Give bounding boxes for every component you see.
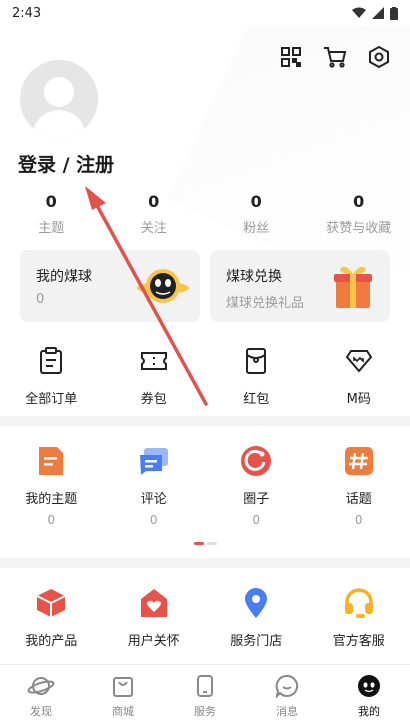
my-products-button[interactable]: 我的产品	[0, 586, 103, 649]
community-label: 评论	[140, 492, 167, 507]
hashtag-icon	[344, 447, 373, 475]
qr-code-icon[interactable]	[278, 44, 304, 70]
service-label: 服务门店	[230, 634, 283, 649]
cards-row: 我的煤球 0 煤球兑换 煤球兑换礼品	[20, 250, 390, 322]
status-bar: 2:43	[0, 0, 410, 26]
gift-icon	[334, 266, 372, 308]
order-label: 全部订单	[25, 392, 78, 407]
shopping-bag-icon	[113, 677, 133, 697]
user-care-button[interactable]: 用户关怀	[103, 586, 206, 649]
order-label: 券包	[140, 392, 167, 407]
tab-messages[interactable]: 消息	[246, 665, 328, 728]
stat-count: 0	[148, 192, 160, 211]
circle-icon	[241, 446, 272, 476]
wifi-icon	[352, 7, 366, 18]
planet-icon	[27, 677, 55, 695]
community-count: 0	[252, 513, 261, 527]
all-orders-button[interactable]: 全部订单	[0, 344, 103, 407]
tab-service[interactable]: 服务	[164, 665, 246, 728]
tab-me[interactable]: 我的	[328, 665, 410, 728]
stat-count: 0	[250, 192, 262, 211]
my-topics-button[interactable]: 我的主题 0	[0, 444, 103, 527]
my-coins-card[interactable]: 我的煤球 0	[20, 250, 200, 322]
cart-icon[interactable]	[322, 44, 348, 70]
stat-count: 0	[353, 192, 365, 211]
coin-exchange-card[interactable]: 煤球兑换 煤球兑换礼品	[210, 250, 390, 322]
login-register-link[interactable]: 登录 / 注册	[18, 150, 114, 177]
community-count: 0	[47, 513, 56, 527]
service-label: 我的产品	[25, 634, 78, 649]
tab-label: 消息	[276, 705, 298, 718]
product-box-icon	[36, 589, 66, 617]
m-code-button[interactable]: M码	[308, 344, 410, 407]
community-count: 0	[354, 513, 363, 527]
top-actions	[278, 44, 392, 70]
coin-mascot-icon	[137, 269, 189, 303]
stat-likes[interactable]: 0 获赞与收藏	[308, 192, 410, 236]
status-icons	[352, 6, 398, 20]
status-time: 2:43	[12, 5, 42, 21]
headset-icon	[344, 588, 373, 618]
page-dot	[207, 542, 217, 545]
profile-page: 登录 / 注册 0 主题 0 关注 0 粉丝 0 获赞与收藏 我的煤球 0 煤球…	[0, 26, 410, 664]
tab-label: 商城	[112, 705, 134, 718]
stats-row: 0 主题 0 关注 0 粉丝 0 获赞与收藏	[0, 192, 410, 236]
stat-followers[interactable]: 0 粉丝	[205, 192, 308, 236]
settings-icon[interactable]	[366, 44, 392, 70]
customer-service-button[interactable]: 官方客服	[308, 586, 410, 649]
tab-mall[interactable]: 商城	[82, 665, 164, 728]
page-indicator	[194, 542, 217, 545]
bottom-tab-bar: 发现 商城 服务 消息 我的	[0, 664, 410, 728]
service-label: 用户关怀	[127, 634, 180, 649]
profile-face-icon	[358, 675, 380, 697]
stat-label: 获赞与收藏	[326, 221, 392, 236]
comments-button[interactable]: 评论 0	[103, 444, 206, 527]
stat-label: 粉丝	[243, 221, 270, 236]
community-label: 我的主题	[25, 492, 78, 507]
care-heart-icon	[140, 589, 167, 617]
order-label: 红包	[243, 392, 270, 407]
order-label: M码	[346, 392, 371, 407]
location-pin-icon	[245, 588, 268, 618]
community-label: 圈子	[243, 492, 270, 507]
default-avatar-icon	[20, 60, 98, 138]
battery-icon	[390, 6, 398, 20]
section-divider	[0, 416, 410, 426]
community-count: 0	[149, 513, 158, 527]
stat-count: 0	[45, 192, 57, 211]
m-code-icon	[345, 350, 373, 373]
tab-discover[interactable]: 发现	[0, 665, 82, 728]
avatar[interactable]	[20, 60, 98, 138]
clipboard-icon	[40, 347, 63, 374]
community-row: 我的主题 0 评论 0 圈子 0 话题 0	[0, 444, 410, 527]
tab-label: 发现	[30, 705, 52, 718]
section-divider	[0, 558, 410, 568]
stat-following[interactable]: 0 关注	[103, 192, 206, 236]
tab-label: 我的	[358, 705, 380, 718]
chat-bubble-icon	[275, 674, 299, 698]
red-envelope-button[interactable]: 红包	[205, 344, 308, 407]
comment-icon	[139, 448, 168, 475]
signal-icon	[372, 7, 384, 19]
service-label: 官方客服	[332, 634, 385, 649]
service-stores-button[interactable]: 服务门店	[205, 586, 308, 649]
ticket-icon	[140, 352, 167, 370]
stat-label: 主题	[38, 221, 65, 236]
phone-icon	[197, 675, 213, 697]
coupons-button[interactable]: 券包	[103, 344, 206, 407]
page-dot-active	[194, 542, 204, 545]
document-icon	[39, 447, 64, 475]
stat-label: 关注	[140, 221, 167, 236]
hashtags-button[interactable]: 话题 0	[308, 444, 410, 527]
red-envelope-icon	[246, 348, 267, 374]
orders-row: 全部订单 券包 红包 M码	[0, 344, 410, 407]
tab-label: 服务	[194, 705, 216, 718]
circles-button[interactable]: 圈子 0	[205, 444, 308, 527]
community-label: 话题	[345, 492, 372, 507]
stat-topics[interactable]: 0 主题	[0, 192, 103, 236]
services-row: 我的产品 用户关怀 服务门店 官方客服	[0, 586, 410, 649]
